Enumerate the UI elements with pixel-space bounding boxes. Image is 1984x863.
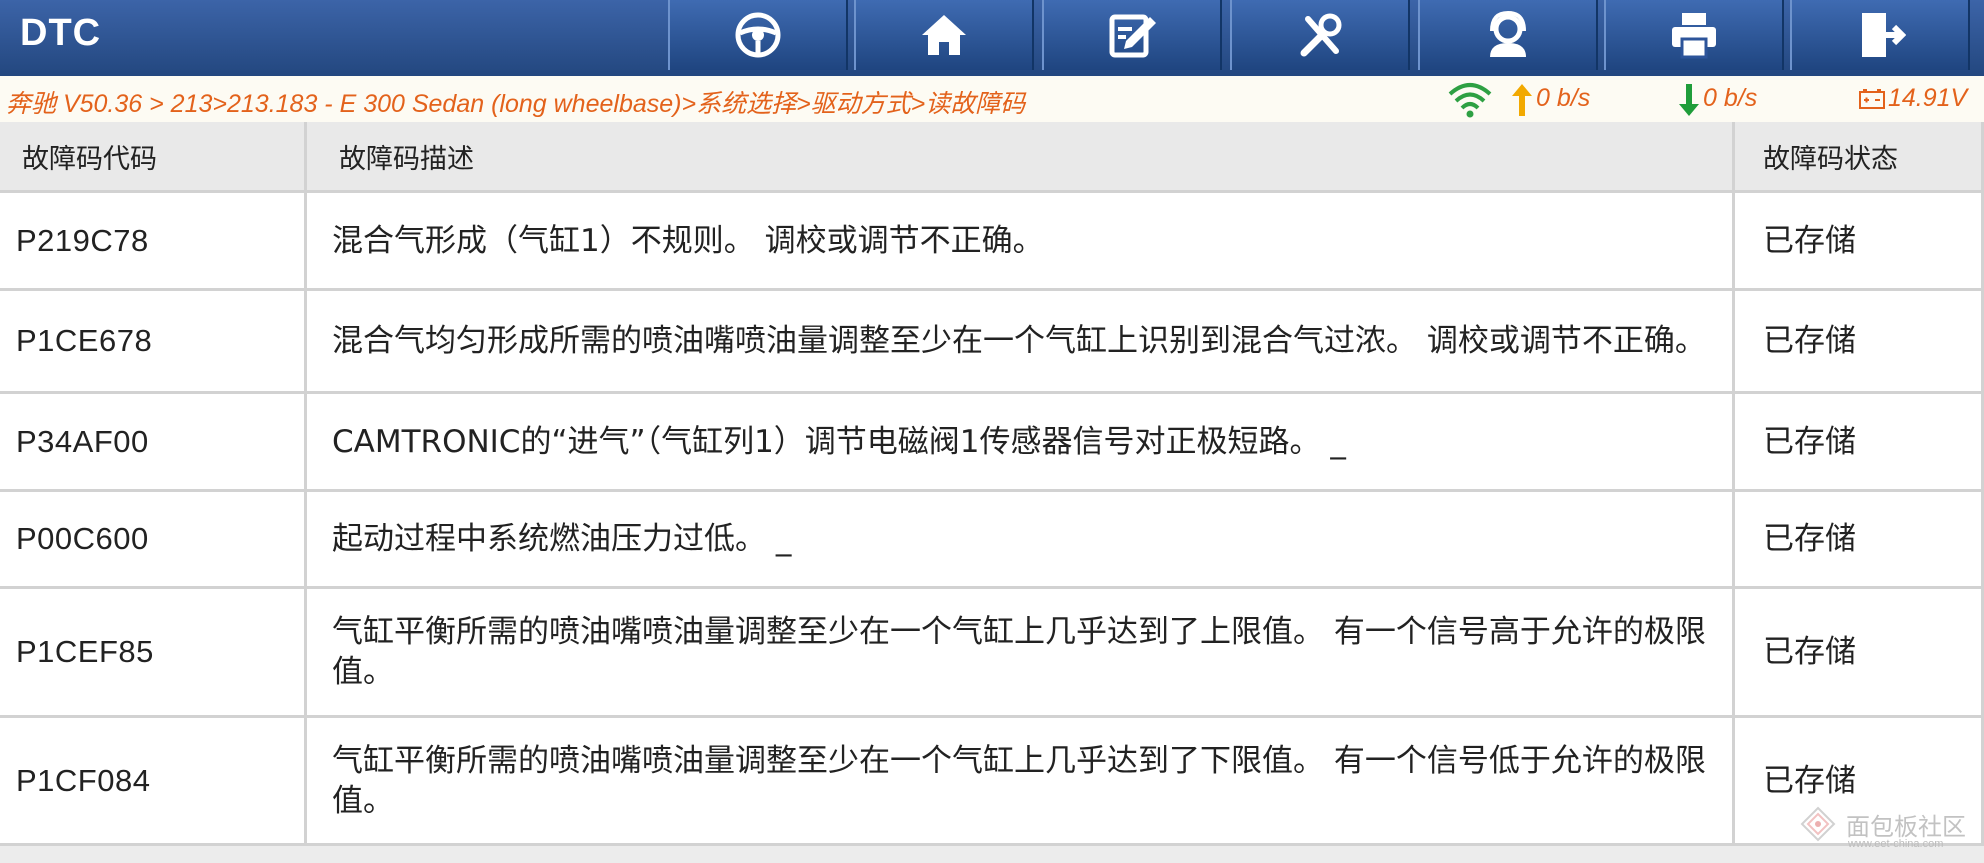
table-row[interactable]: P1CF084 气缸平衡所需的喷油嘴喷油量调整至少在一个气缸上几乎达到了下限值。… <box>0 716 1984 846</box>
exit-button[interactable] <box>1790 0 1970 70</box>
watermark-logo-icon <box>1800 806 1836 842</box>
dtc-code: P1CE678 <box>0 289 307 394</box>
download-rate: 0 b/s <box>1703 84 1758 112</box>
dtc-description-text: 气缸平衡所需的喷油嘴喷油量调整至少在一个气缸上几乎达到了下限值。 有一个信号低于… <box>332 742 1706 819</box>
upload-arrow-icon <box>1512 84 1532 116</box>
dtc-code: P1CEF85 <box>0 587 307 718</box>
watermark-url: www.eet-china.com <box>1848 838 1944 850</box>
dtc-code: P219C78 <box>0 191 307 291</box>
exit-door-icon <box>1862 13 1906 57</box>
dtc-code-text: P34AF00 <box>16 423 149 459</box>
battery-icon <box>1859 89 1885 109</box>
top-toolbar: DTC <box>0 0 1984 76</box>
print-button[interactable] <box>1604 0 1784 70</box>
table-header-row: 故障码代码 故障码描述 故障码状态 <box>0 122 1984 193</box>
dtc-description-text: 气缸平衡所需的喷油嘴喷油量调整至少在一个气缸上几乎达到了上限值。 有一个信号高于… <box>332 614 1706 690</box>
dtc-status: 已存储 <box>1733 587 1984 718</box>
table-row[interactable]: P219C78 混合气形成（气缸1）不规则。 调校或调节不正确。 已存储 <box>0 191 1984 291</box>
dtc-code: P00C600 <box>0 490 307 589</box>
support-agent-icon <box>1490 10 1526 57</box>
dtc-description-text: 混合气均匀形成所需的喷油嘴喷油量调整至少在一个气缸上识别到混合气过浓。 调校或调… <box>332 323 1706 359</box>
download-arrow-icon <box>1679 84 1699 116</box>
tools-icon <box>1300 13 1342 57</box>
dtc-status: 已存储 <box>1733 490 1984 589</box>
column-header-description: 故障码描述 <box>305 122 1735 193</box>
dtc-code-text: P1CE678 <box>16 323 153 358</box>
table-row[interactable]: P34AF00 CAMTRONIC的“进气”（气缸列1）调节电磁阀1传感器信号对… <box>0 392 1984 492</box>
column-header-status: 故障码状态 <box>1733 122 1984 193</box>
home-button[interactable] <box>854 0 1034 70</box>
dtc-code: P1CF084 <box>0 716 307 846</box>
page-title: DTC <box>20 12 102 54</box>
dtc-description: 起动过程中系统燃油压力过低。 _ <box>305 490 1735 589</box>
edit-report-icon <box>1109 14 1156 58</box>
support-button[interactable] <box>1418 0 1598 70</box>
table-row[interactable]: P1CEF85 气缸平衡所需的喷油嘴喷油量调整至少在一个气缸上几乎达到了上限值。… <box>0 587 1984 718</box>
steering-wheel-icon <box>735 12 781 58</box>
wifi-signal-icon <box>1448 83 1492 118</box>
dtc-code-text: P1CF084 <box>16 762 151 798</box>
table-row[interactable]: P1CE678 混合气均匀形成所需的喷油嘴喷油量调整至少在一个气缸上识别到混合气… <box>0 289 1984 394</box>
edit-report-button[interactable] <box>1042 0 1222 70</box>
battery-voltage: 14.91V <box>1888 84 1968 112</box>
watermark-text: 面包板社区 <box>1846 812 1966 841</box>
dtc-description-text: CAMTRONIC的“进气”（气缸列1）调节电磁阀1传感器信号对正极短路。 _ <box>332 423 1346 460</box>
column-header-code: 故障码代码 <box>0 122 307 193</box>
printer-icon <box>1672 13 1716 59</box>
dtc-description: CAMTRONIC的“进气”（气缸列1）调节电磁阀1传感器信号对正极短路。 _ <box>305 392 1735 492</box>
dtc-code-text: P1CEF85 <box>16 634 154 669</box>
upload-rate: 0 b/s <box>1536 84 1591 112</box>
dtc-status: 已存储 <box>1733 289 1984 394</box>
dtc-description: 气缸平衡所需的喷油嘴喷油量调整至少在一个气缸上几乎达到了下限值。 有一个信号低于… <box>305 716 1735 846</box>
dtc-status: 已存储 <box>1733 191 1984 291</box>
table-row[interactable]: P00C600 起动过程中系统燃油压力过低。 _ 已存储 <box>0 490 1984 589</box>
dtc-table: 故障码代码 故障码描述 故障码状态 P219C78 混合气形成（气缸1）不规则。… <box>0 122 1984 846</box>
dtc-description: 混合气形成（气缸1）不规则。 调校或调节不正确。 <box>305 191 1735 291</box>
dtc-description: 混合气均匀形成所需的喷油嘴喷油量调整至少在一个气缸上识别到混合气过浓。 调校或调… <box>305 289 1735 394</box>
steering-wheel-button[interactable] <box>668 0 848 70</box>
dtc-code-text: P00C600 <box>16 521 149 556</box>
dtc-code: P34AF00 <box>0 392 307 492</box>
breadcrumb: 奔驰 V50.36 > 213>213.183 - E 300 Sedan (l… <box>6 90 1026 118</box>
dtc-status: 已存储 <box>1733 392 1984 492</box>
dtc-code-text: P219C78 <box>16 222 149 258</box>
home-icon <box>922 15 966 55</box>
dtc-description: 气缸平衡所需的喷油嘴喷油量调整至少在一个气缸上几乎达到了上限值。 有一个信号高于… <box>305 587 1735 718</box>
dtc-description-text: 起动过程中系统燃油压力过低。 _ <box>332 521 792 557</box>
tools-button[interactable] <box>1230 0 1410 70</box>
dtc-description-text: 混合气形成（气缸1）不规则。 调校或调节不正确。 <box>332 222 1044 259</box>
